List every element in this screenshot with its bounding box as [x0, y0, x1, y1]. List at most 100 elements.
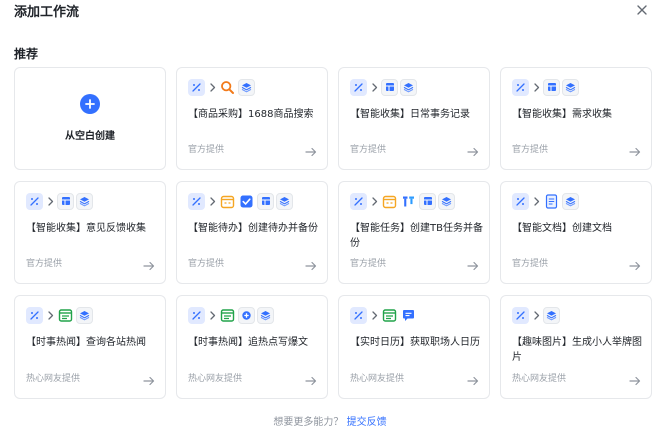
arrow-right-icon[interactable]: [467, 147, 479, 157]
card-icons: [350, 192, 457, 210]
card-icons: [512, 306, 562, 324]
arrow-right-icon[interactable]: [305, 376, 317, 386]
footer-prompt: 想要更多能力？: [273, 417, 344, 428]
template-card[interactable]: 【时事热闻】查询各站热闻 热心网友提供: [14, 295, 166, 399]
table-icon: [543, 78, 560, 96]
create-blank-card[interactable]: 从空白创建: [14, 67, 166, 170]
stack-icon: [400, 78, 417, 96]
card-source: 热心网友提供: [188, 374, 243, 384]
news-icon: [219, 307, 236, 324]
template-card[interactable]: 【智能收集】需求收集 官方提供: [500, 67, 652, 170]
template-card[interactable]: 【趣味图片】生成小人举牌图片热心网友提供: [500, 295, 652, 399]
card-source: 官方提供: [512, 145, 549, 155]
stack-icon: [76, 306, 93, 324]
stack-icon: [238, 78, 255, 96]
card-title: 【智能收集】日常事务记录: [350, 109, 470, 120]
chevron-right-icon: [209, 82, 216, 92]
card-title: 【智能任务】创建TB任务并备份: [350, 223, 483, 249]
card-icons: [26, 306, 95, 324]
plus-icon: [80, 94, 100, 114]
card-title: 【智能待办】创建待办并备份: [188, 223, 318, 234]
card-title: 【趣味图片】生成小人举牌图片: [512, 337, 642, 363]
card-icons: [350, 78, 419, 96]
arrow-right-icon[interactable]: [629, 147, 641, 157]
card-title: 【智能文档】创建文档: [512, 223, 612, 234]
template-card[interactable]: 【智能待办】创建待办并备份 官方提供: [176, 181, 328, 284]
chevron-right-icon: [209, 310, 216, 320]
stack-icon: [76, 192, 93, 210]
chevron-right-icon: [533, 82, 540, 92]
chevron-right-icon: [47, 196, 54, 206]
template-card[interactable]: 【时事热闻】追热点写爆文 热心网友提供: [176, 295, 328, 399]
card-icons: [188, 306, 276, 324]
flow-icon: [350, 192, 367, 210]
table-icon: [57, 192, 74, 210]
chevron-right-icon: [371, 310, 378, 320]
card-title: 【时事热闻】查询各站热闻: [26, 337, 146, 348]
stack-icon: [562, 192, 579, 210]
card-title: 【实时日历】获取职场人日历: [350, 337, 480, 348]
flow-icon: [188, 78, 205, 96]
stack-icon: [438, 192, 455, 210]
table-icon: [257, 192, 274, 210]
ai-icon: [238, 306, 255, 324]
template-card[interactable]: 【智能收集】日常事务记录 官方提供: [338, 67, 490, 170]
submit-feedback-link[interactable]: 提交反馈: [347, 417, 387, 428]
flow-icon: [188, 192, 205, 210]
card-icons: [512, 78, 581, 96]
chevron-right-icon: [533, 310, 540, 320]
arrow-right-icon[interactable]: [305, 261, 317, 271]
arrow-right-icon[interactable]: [143, 261, 155, 271]
chat-icon: [400, 307, 417, 324]
checkbox-icon: [238, 193, 255, 210]
tb-icon: [400, 193, 417, 210]
template-card[interactable]: 【智能文档】创建文档 官方提供: [500, 181, 652, 284]
chevron-right-icon: [209, 196, 216, 206]
card-source: 热心网友提供: [350, 374, 405, 384]
arrow-right-icon[interactable]: [467, 376, 479, 386]
template-card[interactable]: 【实时日历】获取职场人日历 热心网友提供: [338, 295, 490, 399]
stack-icon: [562, 78, 579, 96]
card-source: 官方提供: [350, 259, 387, 269]
table-icon: [419, 192, 436, 210]
flow-icon: [512, 78, 529, 96]
flow-icon: [512, 306, 529, 324]
card-icons: [188, 192, 295, 210]
template-card[interactable]: 【智能收集】意见反馈收集 官方提供: [14, 181, 166, 284]
card-source: 官方提供: [188, 145, 225, 155]
card-icons: [188, 78, 257, 96]
card-title: 【智能收集】意见反馈收集: [26, 223, 146, 234]
arrow-right-icon[interactable]: [629, 376, 641, 386]
chevron-right-icon: [371, 196, 378, 206]
chevron-right-icon: [533, 196, 540, 206]
footer: 想要更多能力？ 提交反馈: [0, 413, 660, 428]
create-blank-label: 从空白创建: [65, 131, 115, 142]
card-icons: [512, 192, 581, 210]
stack-icon: [257, 306, 274, 324]
card-source: 官方提供: [188, 259, 225, 269]
card-source: 官方提供: [26, 259, 63, 269]
card-source: 官方提供: [350, 145, 387, 155]
template-card[interactable]: 【智能任务】创建TB任务并备份官方提供: [338, 181, 490, 284]
card-source: 官方提供: [512, 259, 549, 269]
arrow-right-icon[interactable]: [143, 376, 155, 386]
document-icon: [543, 193, 560, 210]
arrow-right-icon[interactable]: [467, 261, 479, 271]
close-button[interactable]: [634, 2, 650, 18]
flow-icon: [350, 78, 367, 96]
table-icon: [381, 78, 398, 96]
arrow-right-icon[interactable]: [305, 147, 317, 157]
card-icons: [26, 192, 95, 210]
stack-icon: [543, 306, 560, 324]
card-title: 【时事热闻】追热点写爆文: [188, 337, 308, 348]
search-icon: [219, 79, 236, 96]
news-icon: [57, 307, 74, 324]
card-source: 热心网友提供: [512, 374, 567, 384]
template-card[interactable]: 【商品采购】1688商品搜索 官方提供: [176, 67, 328, 170]
calendar-icon: [381, 193, 398, 210]
close-icon: [637, 5, 647, 15]
dialog-title: 添加工作流: [14, 5, 80, 20]
card-source: 热心网友提供: [26, 374, 81, 384]
arrow-right-icon[interactable]: [629, 261, 641, 271]
chevron-right-icon: [47, 310, 54, 320]
